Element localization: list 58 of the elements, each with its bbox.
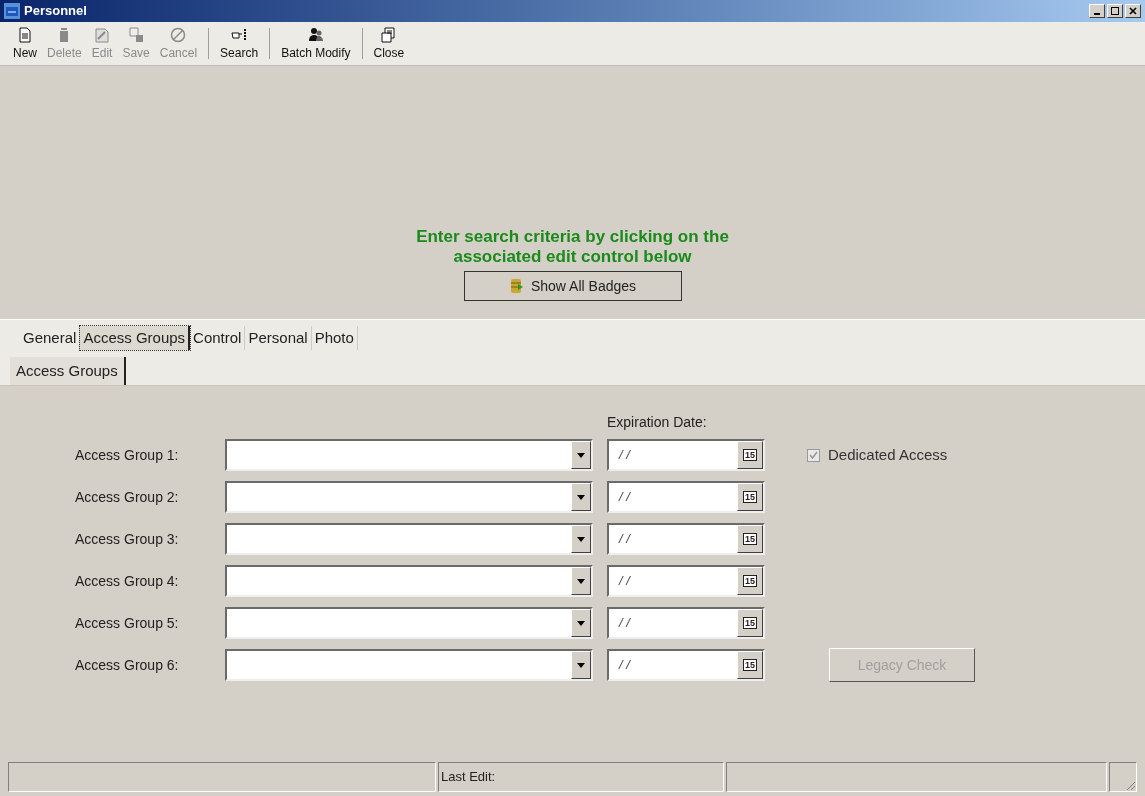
- field-label: Access Group 3:: [75, 529, 180, 549]
- tab[interactable]: Control: [190, 326, 246, 350]
- dropdown-arrow-icon: [577, 620, 585, 626]
- window-title: Personnel: [24, 2, 87, 21]
- show-all-badges-button[interactable]: Show All Badges: [463, 271, 682, 301]
- field-label: Access Group 2:: [75, 487, 180, 507]
- maximize-icon: [1111, 7, 1119, 15]
- calendar-button[interactable]: 15: [737, 609, 763, 637]
- field-label: Access Group 1:: [75, 445, 180, 465]
- dropdown-arrow-icon: [577, 494, 585, 500]
- search-instruction: Enter search criteria by clicking on the: [416, 227, 729, 247]
- minimize-button[interactable]: [1089, 4, 1105, 18]
- tab[interactable]: Photo: [311, 326, 358, 350]
- expiration-date-field[interactable]: / / 15: [607, 565, 765, 597]
- document-icon: [16, 25, 34, 44]
- expiration-date-label: Expiration Date:: [607, 413, 707, 432]
- field-label: Access Group 6:: [75, 655, 180, 675]
- expiration-date-field[interactable]: / / 15: [607, 523, 765, 555]
- database-icon: [508, 278, 525, 294]
- dropdown-arrow-icon: [577, 452, 585, 458]
- expiration-date-field[interactable]: / / 15: [607, 607, 765, 639]
- tab[interactable]: Access Groups: [80, 326, 191, 350]
- close-button[interactable]: [1125, 4, 1141, 18]
- access-group-dropdown[interactable]: [225, 565, 593, 597]
- dropdown-arrow-icon: [577, 662, 585, 668]
- search-instruction: associated edit control below: [453, 247, 692, 267]
- toolbar-button[interactable]: Batch Modify: [276, 22, 356, 65]
- dropdown-arrow-icon: [577, 536, 585, 542]
- close-icon: [1129, 7, 1137, 15]
- expiration-date-field[interactable]: / / 15: [607, 481, 765, 513]
- toolbar-button[interactable]: Search: [215, 22, 264, 65]
- calendar-button[interactable]: 15: [737, 441, 763, 469]
- toolbar-button[interactable]: New: [8, 22, 42, 65]
- pencil-document-icon: [93, 25, 112, 44]
- access-group-dropdown[interactable]: [225, 481, 593, 513]
- toolbar-button[interactable]: Close: [368, 22, 410, 65]
- people-icon: [306, 25, 325, 44]
- calendar-button[interactable]: 15: [737, 567, 763, 595]
- maximize-button[interactable]: [1107, 4, 1123, 18]
- checkmark-icon: [809, 450, 818, 460]
- access-group-dropdown[interactable]: [225, 439, 593, 471]
- dropdown-arrow-icon: [577, 578, 585, 584]
- expiration-date-field[interactable]: / / 15: [607, 649, 765, 681]
- tab[interactable]: Access Groups: [10, 357, 126, 385]
- field-label: Access Group 5:: [75, 613, 180, 633]
- last-edit-status: Last Edit:: [438, 762, 724, 792]
- app-icon: [4, 3, 20, 19]
- cancel-icon: [169, 25, 188, 44]
- access-group-dropdown[interactable]: [225, 649, 593, 681]
- expiration-date-field[interactable]: / / 15: [607, 439, 765, 471]
- calendar-button[interactable]: 15: [737, 525, 763, 553]
- tab[interactable]: Personal: [245, 326, 312, 350]
- calendar-button[interactable]: 15: [737, 483, 763, 511]
- access-group-dropdown[interactable]: [225, 607, 593, 639]
- field-label: Access Group 4:: [75, 571, 180, 591]
- document-stack-icon: [379, 25, 398, 44]
- calendar-button[interactable]: 15: [737, 651, 763, 679]
- access-group-dropdown[interactable]: [225, 523, 593, 555]
